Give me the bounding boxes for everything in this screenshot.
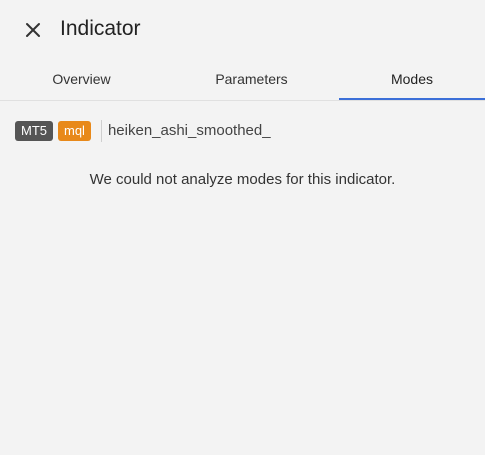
close-button[interactable] xyxy=(20,17,46,43)
indicator-meta-row: MT5 mql heiken_ashi_smoothed_ xyxy=(15,120,271,142)
tab-overview[interactable]: Overview xyxy=(0,60,163,100)
modes-empty-message: We could not analyze modes for this indi… xyxy=(89,171,396,188)
panel-header: Indicator xyxy=(0,0,485,58)
indicator-name: heiken_ashi_smoothed_ xyxy=(107,122,271,139)
meta-divider xyxy=(100,120,102,142)
close-icon xyxy=(26,23,40,37)
language-badge: mql xyxy=(58,121,91,141)
platform-badge: MT5 xyxy=(15,121,53,141)
panel-title: Indicator xyxy=(60,17,141,40)
tab-parameters[interactable]: Parameters xyxy=(170,60,333,100)
active-tab-indicator xyxy=(339,98,485,100)
tab-modes[interactable]: Modes xyxy=(339,60,485,100)
tab-bar: Overview Parameters Modes xyxy=(0,60,485,101)
